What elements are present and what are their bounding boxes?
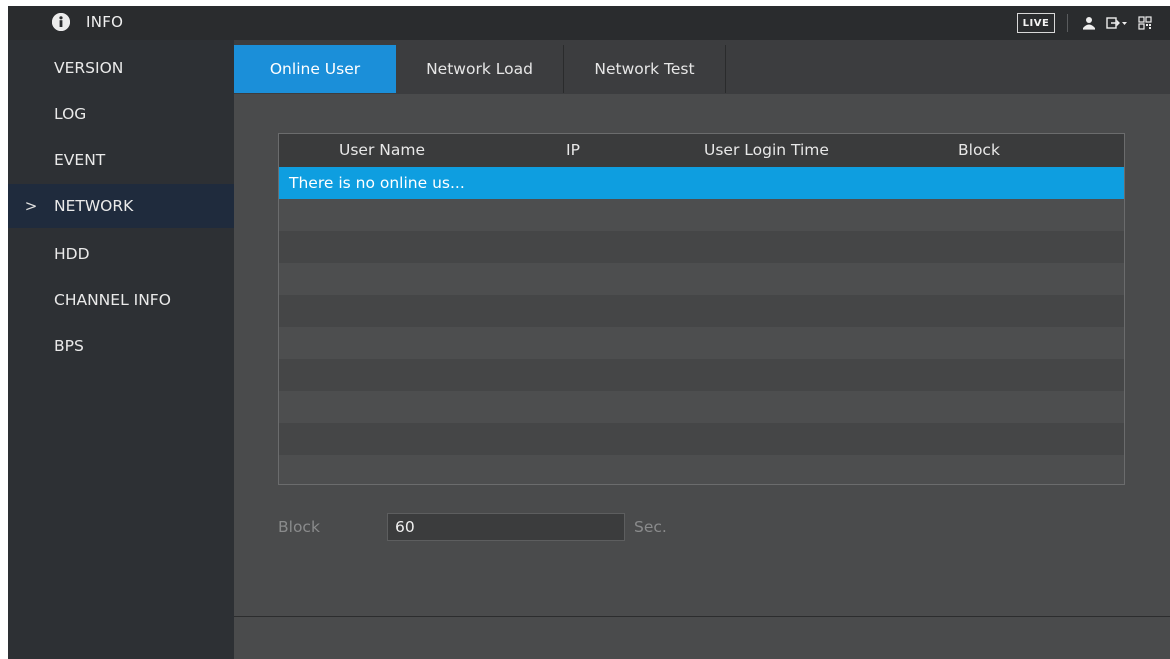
sidebar-item-version[interactable]: VERSION — [8, 46, 234, 90]
sidebar: VERSION LOG EVENT > NETWORK HDD CHANNEL … — [8, 40, 234, 659]
table-row[interactable] — [279, 327, 1124, 359]
top-right-controls: LIVE — [1017, 6, 1170, 40]
sidebar-item-label: VERSION — [54, 59, 124, 77]
footer-bar — [234, 617, 1170, 659]
table-row[interactable] — [279, 295, 1124, 327]
column-header-user-name[interactable]: User Name — [339, 134, 425, 167]
online-user-table: User Name IP User Login Time Block There… — [278, 133, 1125, 485]
tab-online-user[interactable]: Online User — [234, 45, 396, 93]
table-row[interactable]: There is no online us... — [279, 167, 1124, 199]
sidebar-item-label: HDD — [54, 245, 90, 263]
tab-network-test[interactable]: Network Test — [564, 45, 726, 93]
divider — [1067, 14, 1068, 32]
qr-code-icon[interactable] — [1138, 16, 1152, 30]
sidebar-item-label: EVENT — [54, 151, 106, 169]
column-header-block[interactable]: Block — [958, 134, 1000, 167]
table-row[interactable] — [279, 455, 1124, 484]
column-header-login-time[interactable]: User Login Time — [704, 134, 829, 167]
top-bar: INFO LIVE — [8, 6, 1170, 40]
sidebar-item-hdd[interactable]: HDD — [8, 232, 234, 276]
table-header: User Name IP User Login Time Block — [279, 134, 1124, 167]
block-setting: Block 60 Sec. — [234, 510, 1170, 544]
main-panel: Online User Network Load Network Test Us… — [234, 40, 1170, 659]
chevron-right-icon: > — [24, 197, 38, 215]
table-row[interactable] — [279, 391, 1124, 423]
table-row[interactable] — [279, 263, 1124, 295]
block-label: Block — [278, 518, 320, 536]
table-row[interactable] — [279, 423, 1124, 455]
sidebar-item-channel-info[interactable]: CHANNEL INFO — [8, 278, 234, 322]
logout-icon[interactable] — [1106, 16, 1128, 30]
sidebar-item-label: CHANNEL INFO — [54, 291, 171, 309]
info-icon — [52, 13, 70, 31]
table-row[interactable] — [279, 359, 1124, 391]
column-header-ip[interactable]: IP — [566, 134, 580, 167]
empty-message: There is no online us... — [289, 174, 465, 192]
sidebar-item-bps[interactable]: BPS — [8, 324, 234, 368]
sidebar-item-label: BPS — [54, 337, 84, 355]
user-icon[interactable] — [1082, 16, 1096, 30]
sidebar-item-label: NETWORK — [54, 197, 134, 215]
sidebar-item-event[interactable]: EVENT — [8, 138, 234, 182]
sidebar-item-label: LOG — [54, 105, 87, 123]
unit-label: Sec. — [634, 518, 667, 536]
live-button[interactable]: LIVE — [1017, 13, 1055, 33]
page-title: INFO — [86, 13, 124, 31]
title-area: INFO — [52, 10, 123, 34]
block-duration-input[interactable]: 60 — [387, 513, 625, 541]
table-row[interactable] — [279, 231, 1124, 263]
tab-bar: Online User Network Load Network Test — [234, 40, 1170, 94]
app-window: INFO LIVE VERSION LOG EVENT > NETWORK HD… — [8, 6, 1170, 659]
table-row[interactable] — [279, 199, 1124, 231]
sidebar-item-network[interactable]: > NETWORK — [8, 184, 234, 228]
tab-network-load[interactable]: Network Load — [396, 45, 564, 93]
sidebar-item-log[interactable]: LOG — [8, 92, 234, 136]
